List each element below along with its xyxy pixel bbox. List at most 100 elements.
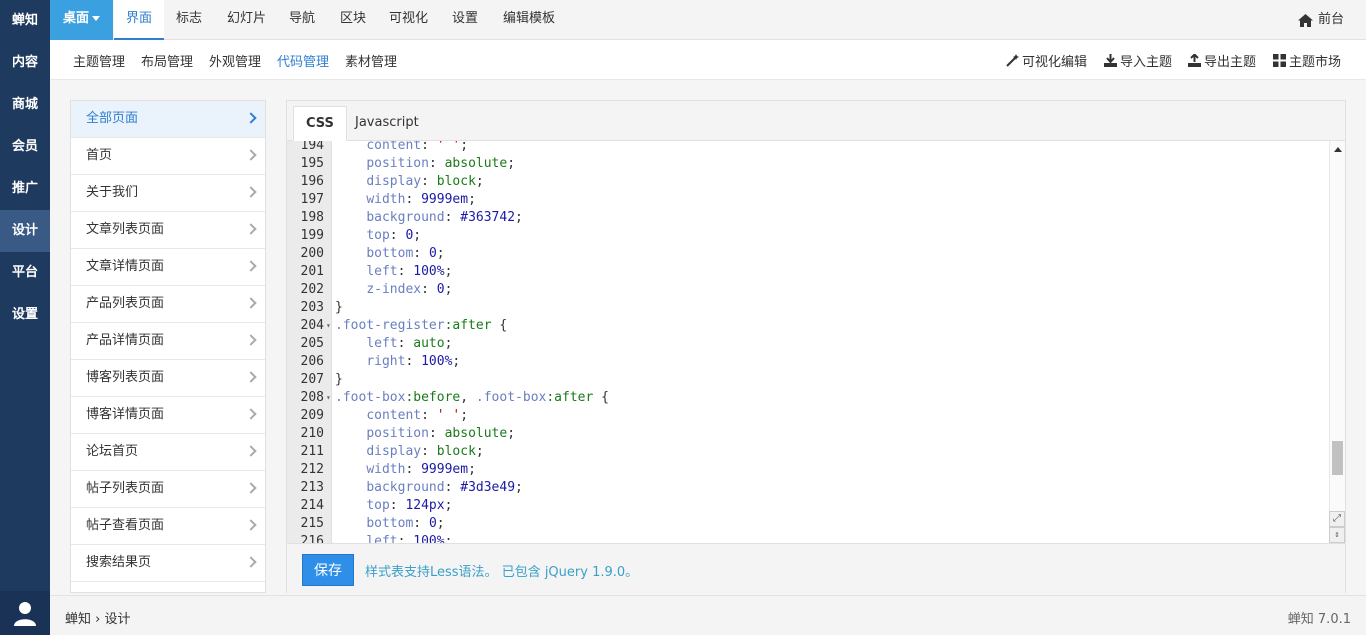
code-editor[interactable]: 194 content: ' '; 195 position: absolute;… (287, 141, 1345, 543)
visual-edit-button[interactable]: 可视化编辑 (1006, 51, 1087, 70)
breadcrumb-root[interactable]: 蝉知 (65, 612, 91, 627)
tab-javascript[interactable]: Javascript (343, 106, 431, 141)
topnav-item-ui[interactable]: 界面 (114, 0, 164, 40)
code-token: block (436, 174, 476, 189)
code-line: 198 background: #363742; (287, 209, 1329, 227)
scroll-up-icon[interactable] (1334, 147, 1342, 152)
page-list-item[interactable]: 帖子列表页面 (71, 471, 265, 508)
sidebar-item-6[interactable]: 平台 (0, 252, 50, 294)
page-list-item[interactable]: 搜索结果页 (71, 545, 265, 582)
code-line: 207} (287, 371, 1329, 389)
code-text: content: ' '; (335, 141, 468, 155)
topnav-item-blocks[interactable]: 区块 (340, 0, 366, 40)
editor-tabs: CSS Javascript (287, 101, 1345, 141)
code-token: ; (452, 354, 461, 369)
code-token: : (413, 516, 429, 531)
page-list-item[interactable]: 博客列表页面 (71, 360, 265, 397)
code-token: } (335, 372, 343, 387)
export-theme-label: 导出主题 (1204, 55, 1257, 70)
code-token: top (366, 498, 390, 513)
topnav-item-slides[interactable]: 幻灯片 (227, 0, 266, 40)
page-list-item-label: 首页 (86, 148, 113, 163)
page-list-item[interactable]: 产品列表页面 (71, 286, 265, 323)
fold-arrow-icon[interactable]: ▾ (326, 317, 331, 335)
sidebar-item-7[interactable]: 设置 (0, 294, 50, 336)
code-line: 216 left: 100%; (287, 533, 1329, 543)
resize-icon[interactable]: ⤢ (1329, 511, 1345, 527)
page-list-item[interactable]: 产品详情页面 (71, 323, 265, 360)
theme-market-button[interactable]: 主题市场 (1273, 51, 1341, 70)
subnav-item-code[interactable]: 代码管理 (277, 51, 329, 70)
code-token: ; (460, 141, 469, 153)
page-list-item[interactable]: 帖子查看页面 (71, 508, 265, 545)
topnav-item-edit-template[interactable]: 编辑模板 (503, 0, 555, 40)
scroll-updown-icon[interactable]: ⇕ (1329, 527, 1345, 543)
save-button[interactable]: 保存 (302, 554, 354, 586)
subnav-item-layout[interactable]: 布局管理 (141, 51, 193, 70)
page-list-item[interactable]: 首页 (71, 138, 265, 175)
page-list-item[interactable]: 博客详情页面 (71, 397, 265, 434)
sidebar-item-4[interactable]: 推广 (0, 168, 50, 210)
subnav-item-theme[interactable]: 主题管理 (73, 51, 125, 70)
code-token: ; (468, 462, 476, 477)
code-line: 209 content: ' '; (287, 407, 1329, 425)
import-theme-button[interactable]: 导入主题 (1104, 51, 1172, 70)
code-line: 200 bottom: 0; (287, 245, 1329, 263)
front-link[interactable]: 前台 (1297, 0, 1344, 40)
topnav-item-nav[interactable]: 导航 (289, 0, 315, 40)
code-token: #363742 (460, 210, 516, 225)
code-line: 208 ▾ .foot-box:before, .foot-box:after { (287, 389, 1329, 407)
desktop-dropdown[interactable]: 桌面 (50, 0, 113, 40)
page-list-item-label: 文章列表页面 (86, 222, 165, 237)
code-text: content: ' '; (335, 407, 468, 425)
subnav-item-appearance[interactable]: 外观管理 (209, 51, 261, 70)
editor-note: 样式表支持Less语法。 已包含 jQuery 1.9.0。 (365, 565, 639, 580)
code-scrollbar[interactable] (1329, 141, 1345, 543)
chevron-right-icon (245, 371, 257, 383)
subnav-item-assets[interactable]: 素材管理 (345, 51, 397, 70)
export-theme-button[interactable]: 导出主题 (1188, 51, 1256, 70)
page-list-item[interactable]: 论坛首页 (71, 434, 265, 471)
code-token: bottom (366, 516, 414, 531)
fold-arrow-icon[interactable]: ▾ (326, 389, 331, 407)
page-list-item[interactable]: 全部页面 (71, 101, 265, 138)
sidebar-item-3[interactable]: 会员 (0, 126, 50, 168)
code-token: : (405, 354, 422, 369)
topnav-item-logo[interactable]: 标志 (176, 0, 202, 40)
topnav-item-settings[interactable]: 设置 (452, 0, 478, 40)
code-text: } (335, 371, 343, 389)
line-number: 197 (300, 192, 324, 207)
code-token: : (444, 210, 461, 225)
code-token: : (421, 174, 437, 189)
tab-css[interactable]: CSS (293, 106, 347, 141)
code-text: width: 9999em; (335, 461, 476, 479)
sidebar-item-1[interactable]: 内容 (0, 42, 50, 84)
code-token: content (366, 141, 422, 153)
code-token: background (366, 210, 445, 225)
code-text: display: block; (335, 173, 483, 191)
line-number: 203 (300, 300, 324, 315)
code-text: width: 9999em; (335, 191, 476, 209)
grid-icon (1273, 54, 1286, 67)
page-list-item[interactable]: 关于我们 (71, 175, 265, 212)
sidebar-item-2[interactable]: 商城 (0, 84, 50, 126)
sidebar-item-5[interactable]: 设计 (0, 210, 50, 252)
code-line: 214 top: 124px; (287, 497, 1329, 515)
code-token: ; (475, 444, 484, 459)
page-list-item[interactable]: 文章详情页面 (71, 249, 265, 286)
code-token: 100% (421, 354, 453, 369)
page-list-item[interactable]: 文章列表页面 (71, 212, 265, 249)
topnav-item-visual[interactable]: 可视化 (389, 0, 428, 40)
code-token: : (421, 408, 437, 423)
home-icon (1297, 13, 1313, 27)
page-list: 全部页面首页关于我们文章列表页面文章详情页面 产品列表页面 产品详情页面 博客列表页面… (70, 100, 266, 593)
line-number: 201 (300, 264, 324, 279)
user-avatar[interactable] (0, 591, 50, 635)
code-token: .foot-box (475, 390, 547, 405)
page-list-item-label: 帖子列表页面 (86, 481, 165, 496)
sidebar-item-0[interactable]: 蝉知 (0, 0, 50, 42)
scroll-thumb[interactable] (1332, 441, 1343, 475)
code-token: bottom (366, 246, 414, 261)
